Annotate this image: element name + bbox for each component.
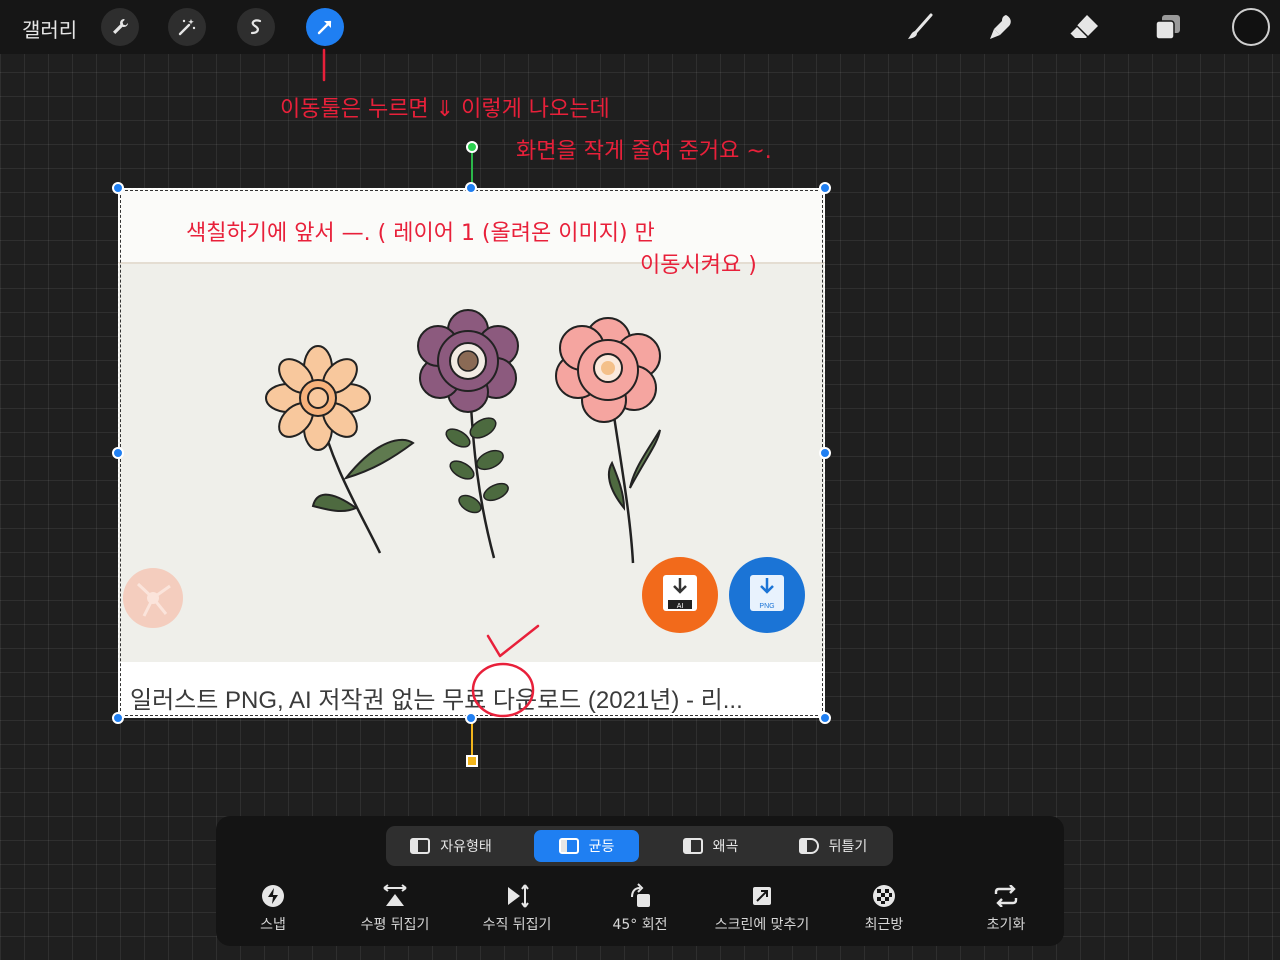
resize-handle-left[interactable] bbox=[112, 447, 124, 459]
reset-icon bbox=[994, 885, 1018, 907]
distort-icon bbox=[682, 838, 703, 854]
anchor-handle[interactable] bbox=[466, 755, 478, 767]
annotation-line-1: 이동툴은 누르면 ⇓ 이렇게 나오는데 bbox=[280, 97, 610, 122]
mode-uniform[interactable]: 균등 bbox=[534, 830, 639, 862]
smudge-icon[interactable] bbox=[982, 8, 1020, 46]
warp-icon bbox=[798, 838, 819, 854]
annotation-line-2: 화면을 작게 줄여 준거요 ~. bbox=[516, 139, 772, 164]
resize-handle-bottom-right[interactable] bbox=[819, 712, 831, 724]
snap-icon bbox=[262, 885, 284, 907]
fit-to-screen-button[interactable]: 스크린에 맞추기 bbox=[697, 882, 827, 934]
rotate-45-button[interactable]: 45° 회전 bbox=[575, 882, 705, 934]
resize-handle-top-left[interactable] bbox=[112, 182, 124, 194]
freeform-icon bbox=[410, 838, 431, 854]
fit-screen-icon bbox=[753, 887, 771, 905]
resize-handle-bottom[interactable] bbox=[465, 712, 477, 724]
flip-vertical-button[interactable]: 수직 뒤집기 bbox=[452, 882, 582, 934]
resize-handle-top[interactable] bbox=[465, 182, 477, 194]
gallery-button[interactable]: 갤러리 bbox=[22, 14, 77, 43]
wrench-icon[interactable] bbox=[101, 8, 139, 46]
mode-distort[interactable]: 왜곡 bbox=[658, 830, 763, 862]
transform-panel: 자유형태 균등 왜곡 뒤틀기 스냅 수평 뒤집기 수직 뒤집기 45° 회전 스… bbox=[216, 816, 1064, 946]
resize-handle-right[interactable] bbox=[819, 447, 831, 459]
snap-button[interactable]: 스냅 bbox=[208, 882, 338, 934]
rotate-icon bbox=[631, 883, 650, 907]
uniform-icon bbox=[558, 838, 579, 854]
flip-horizontal-icon bbox=[383, 884, 407, 906]
brush-icon[interactable] bbox=[900, 8, 938, 46]
flip-vertical-icon bbox=[508, 884, 529, 908]
transform-mode-selector: 자유형태 균등 왜곡 뒤틀기 bbox=[386, 826, 893, 866]
rotation-handle[interactable] bbox=[466, 141, 478, 153]
eraser-icon[interactable] bbox=[1065, 8, 1103, 46]
transform-arrow-icon[interactable] bbox=[306, 8, 344, 46]
reset-button[interactable]: 초기화 bbox=[941, 882, 1071, 934]
color-picker[interactable] bbox=[1232, 8, 1270, 46]
nearest-neighbor-button[interactable]: 최근방 bbox=[819, 882, 949, 934]
resize-handle-top-right[interactable] bbox=[819, 182, 831, 194]
selection-icon[interactable] bbox=[237, 8, 275, 46]
top-toolbar: 갤러리 bbox=[0, 0, 1280, 54]
magic-wand-icon[interactable] bbox=[168, 8, 206, 46]
resize-handle-bottom-left[interactable] bbox=[112, 712, 124, 724]
nearest-neighbor-icon bbox=[873, 885, 895, 907]
mode-freeform[interactable]: 자유형태 bbox=[392, 830, 510, 862]
mode-warp[interactable]: 뒤틀기 bbox=[778, 830, 888, 862]
flip-horizontal-button[interactable]: 수평 뒤집기 bbox=[330, 882, 460, 934]
layers-icon[interactable] bbox=[1149, 8, 1187, 46]
transform-bounding-box[interactable] bbox=[118, 188, 825, 718]
